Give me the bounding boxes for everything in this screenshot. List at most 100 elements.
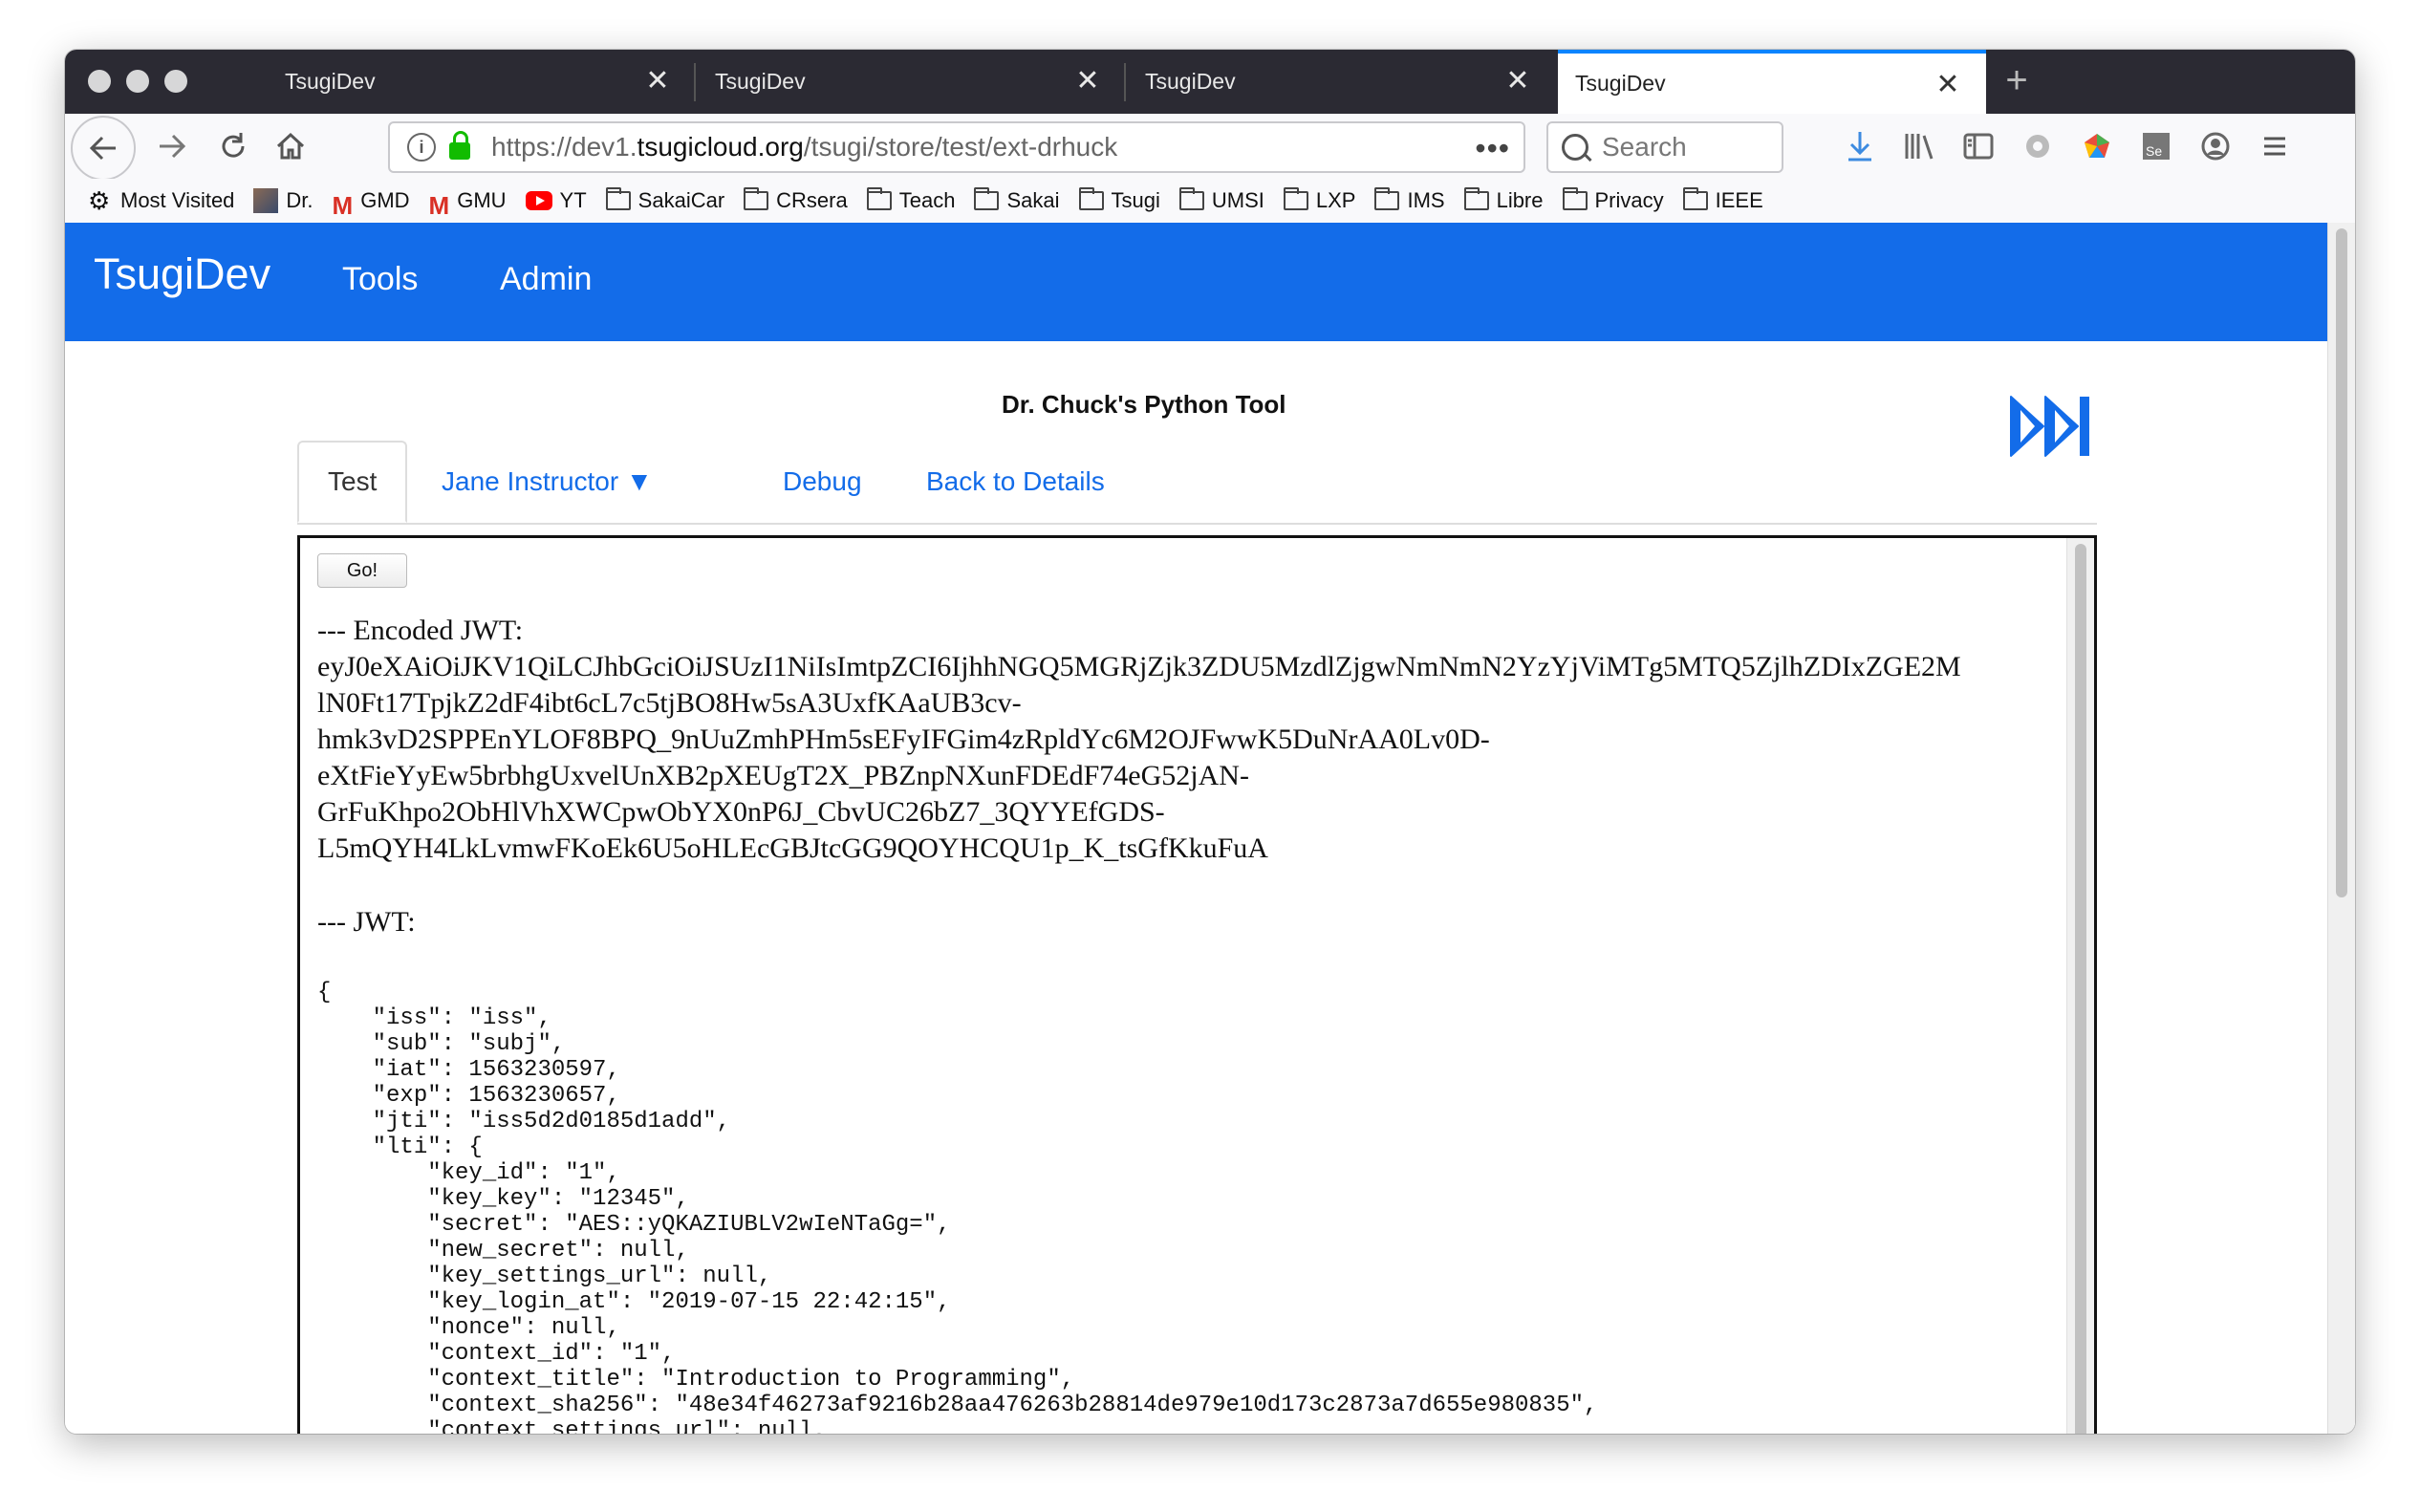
bookmark-label: Dr. xyxy=(286,188,313,212)
bookmark-folder[interactable]: IEEE xyxy=(1682,187,1763,213)
bookmark-gmu[interactable]: M GMU xyxy=(428,188,507,220)
close-icon[interactable]: ✕ xyxy=(640,63,675,97)
bookmark-label: SakaiCar xyxy=(637,188,725,212)
go-button[interactable]: Go! xyxy=(317,553,407,588)
page-actions-icon[interactable]: ••• xyxy=(1475,131,1510,166)
zoom-window-button[interactable] xyxy=(164,70,187,93)
tab-separator xyxy=(1124,63,1126,101)
lock-icon[interactable] xyxy=(449,131,470,160)
reload-icon xyxy=(222,133,245,158)
bookmark-label: IEEE xyxy=(1715,188,1763,212)
search-input[interactable]: Search xyxy=(1546,121,1783,173)
bookmark-folder[interactable]: Privacy xyxy=(1562,187,1664,213)
browser-window: TsugiDev ✕ TsugiDev ✕ TsugiDev ✕ TsugiDe… xyxy=(65,50,2355,1434)
tab-title: TsugiDev xyxy=(1145,69,1236,94)
bookmark-folder[interactable]: SakaiCar xyxy=(605,187,725,213)
browser-tab[interactable]: TsugiDev ✕ xyxy=(268,50,696,114)
tab-title: TsugiDev xyxy=(715,69,806,94)
nav-tools-link[interactable]: Tools xyxy=(342,261,418,298)
minimize-window-button[interactable] xyxy=(126,70,149,93)
tab-strip: TsugiDev ✕ TsugiDev ✕ TsugiDev ✕ TsugiDe… xyxy=(65,50,2355,114)
folder-icon xyxy=(605,187,631,210)
color-extension-icon[interactable] xyxy=(2078,127,2116,165)
bookmark-gmd[interactable]: M GMD xyxy=(333,188,410,220)
iframe-scrollbar[interactable] xyxy=(2066,538,2094,1434)
tab-debug[interactable]: Debug xyxy=(783,441,862,523)
page-content: TsugiDev Tools Admin Dr. Chuck's Python … xyxy=(65,223,2355,1434)
site-navbar: TsugiDev Tools Admin xyxy=(65,223,2328,341)
page-scrollbar-thumb[interactable] xyxy=(2336,228,2347,897)
bookmark-folder[interactable]: UMSI xyxy=(1178,187,1264,213)
bookmark-label: IMS xyxy=(1407,188,1445,212)
new-tab-icon[interactable]: + xyxy=(1996,59,2038,101)
tab-separator xyxy=(694,63,696,101)
jwt-header: --- JWT: xyxy=(317,906,416,938)
account-icon[interactable] xyxy=(2196,127,2235,165)
download-icon[interactable] xyxy=(1841,127,1879,165)
bookmark-folder[interactable]: CRsera xyxy=(744,187,848,213)
bookmark-yt[interactable]: YT xyxy=(525,188,587,213)
tab-test[interactable]: Test xyxy=(297,441,408,523)
encoded-jwt-line: hmk3vD2SPPEnYLOF8BPQ_9nUuZmhPHm5sEFyIFGi… xyxy=(317,724,1490,755)
page-scrollbar[interactable] xyxy=(2327,223,2355,1434)
back-button[interactable] xyxy=(71,116,136,181)
bookmark-folder[interactable]: Teach xyxy=(866,187,955,213)
bookmark-label: Privacy xyxy=(1594,188,1664,212)
reload-button[interactable] xyxy=(208,121,258,171)
close-icon[interactable]: ✕ xyxy=(1931,67,1965,101)
home-icon xyxy=(276,132,305,160)
tab-label: Test xyxy=(328,466,378,496)
browser-tab[interactable]: TsugiDev ✕ xyxy=(1128,50,1556,114)
bookmark-folder[interactable]: Sakai xyxy=(974,187,1060,213)
bookmark-folder[interactable]: Tsugi xyxy=(1078,187,1160,213)
folder-icon xyxy=(1374,187,1400,210)
tool-title: Dr. Chuck's Python Tool xyxy=(1002,390,1286,419)
nav-admin-link[interactable]: Admin xyxy=(500,261,592,298)
tab-jane-instructor-dropdown[interactable]: Jane Instructor ▼ xyxy=(442,441,653,523)
selenium-icon[interactable]: Se xyxy=(2137,127,2175,165)
close-icon[interactable]: ✕ xyxy=(1501,63,1535,97)
folder-icon xyxy=(1078,187,1104,210)
encoded-jwt-line: eyJ0eXAiOiJKV1QiLCJhbGciOiJSUzI1NiIsImtp… xyxy=(317,651,1961,682)
library-icon[interactable] xyxy=(1900,127,1938,165)
bookmark-folder[interactable]: LXP xyxy=(1283,187,1355,213)
bookmark-label: GMD xyxy=(360,188,410,212)
bookmark-label: YT xyxy=(559,188,587,212)
close-icon[interactable]: ✕ xyxy=(1070,63,1105,97)
search-placeholder: Search xyxy=(1602,132,1687,162)
browser-tab-active[interactable]: TsugiDev ✕ xyxy=(1558,50,1986,114)
info-icon[interactable]: i xyxy=(407,133,436,162)
menu-icon[interactable] xyxy=(2256,127,2294,165)
bookmark-folder[interactable]: Libre xyxy=(1463,187,1544,213)
bookmark-label: Most Visited xyxy=(120,188,235,212)
bookmark-folder[interactable]: IMS xyxy=(1374,187,1445,213)
bookmark-dr[interactable]: Dr. xyxy=(253,188,313,213)
tab-label: Debug xyxy=(783,466,862,496)
search-icon xyxy=(1562,134,1588,161)
gmail-icon: M xyxy=(428,191,450,220)
folder-icon xyxy=(974,187,1000,210)
home-button[interactable] xyxy=(266,121,315,171)
close-window-button[interactable] xyxy=(88,70,111,93)
forward-button[interactable] xyxy=(147,121,197,171)
folder-icon xyxy=(866,187,892,210)
sidebar-icon[interactable] xyxy=(1959,127,1998,165)
bookmark-label: UMSI xyxy=(1211,188,1264,212)
browser-tab[interactable]: TsugiDev ✕ xyxy=(698,50,1126,114)
arrow-left-icon xyxy=(89,136,116,161)
bookmark-label: Libre xyxy=(1496,188,1544,212)
gear-icon: ⚙ xyxy=(88,186,111,215)
extension-gear-icon[interactable] xyxy=(2019,127,2057,165)
tab-title: TsugiDev xyxy=(1575,71,1666,96)
url-bar[interactable]: i https://dev1.tsugicloud.org/tsugi/stor… xyxy=(388,121,1525,173)
encoded-jwt-header: --- Encoded JWT: xyxy=(317,615,524,646)
tab-back-to-details[interactable]: Back to Details xyxy=(926,441,1105,523)
bookmarks-bar: ⚙ Most Visited Dr. M GMD M GMU YT SakaiC… xyxy=(65,179,2355,224)
iframe-scrollbar-thumb[interactable] xyxy=(2075,544,2086,1434)
bookmark-most-visited[interactable]: ⚙ Most Visited xyxy=(88,188,234,213)
bookmark-label: Sakai xyxy=(1006,188,1060,212)
site-brand[interactable]: TsugiDev xyxy=(94,249,270,299)
folder-icon xyxy=(1562,187,1588,210)
youtube-icon xyxy=(525,191,552,210)
folder-icon xyxy=(744,187,769,210)
